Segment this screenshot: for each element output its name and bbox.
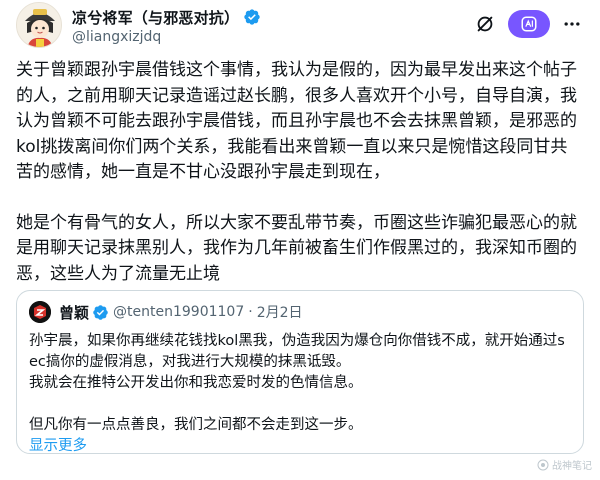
header-actions <box>474 10 584 38</box>
show-more-link[interactable]: 显示更多 <box>29 438 87 454</box>
verified-badge-icon <box>93 304 108 320</box>
quoted-line: 但凡你有一点点善良，我们之间都不会走到这一步。 <box>29 417 363 433</box>
quoted-tweet-text: 孙宇晨，如果你再继续花钱找kol黑我，伪造我因为爆仓向你借钱不成，就开始通过se… <box>29 331 573 457</box>
author-display-name[interactable]: 凉兮将军（与邪恶对抗） <box>72 7 239 28</box>
avatar-illustration <box>17 3 61 47</box>
author-info: 凉兮将军（与邪恶对抗） @liangxizjdq <box>72 6 261 45</box>
avatar[interactable] <box>16 2 62 48</box>
grok-icon <box>521 16 537 32</box>
quoted-display-name: 曾颖 <box>59 303 90 322</box>
tweet-text: 关于曾颖跟孙宇晨借钱这个事情，我认为是假的，因为最早发出来这个帖子的人，之前用聊… <box>16 58 584 287</box>
tweet-paragraph: 关于曾颖跟孙宇晨借钱这个事情，我认为是假的，因为最早发出来这个帖子的人，之前用聊… <box>16 60 577 182</box>
more-options-button[interactable] <box>560 12 584 36</box>
quoted-line: 我就会在推特公开发出你和我恋爱时发的色情信息。 <box>29 375 363 391</box>
quoted-avatar-illustration <box>29 301 51 323</box>
quoted-line: 孙宇晨，如果你再继续花钱找kol黑我，伪造我因为爆仓向你借钱不成，就开始通过se… <box>29 333 565 370</box>
watermark: 战神笔记 <box>537 457 592 472</box>
author-handle[interactable]: @liangxizjdq <box>72 29 261 45</box>
more-icon <box>564 22 580 26</box>
quoted-avatar <box>29 301 51 323</box>
tweet-paragraph: 她是个有骨气的女人，所以大家不要乱带节奏，币圈这些诈骗犯最恶心的就是用聊天记录抹… <box>16 212 577 284</box>
grok-button[interactable] <box>508 10 550 38</box>
author-name-row: 凉兮将军（与邪恶对抗） <box>72 6 261 28</box>
quoted-tweet-header: 曾颖 @tenten19901107 · 2月2日 <box>29 301 303 323</box>
watermark-text: 战神笔记 <box>552 461 592 472</box>
quoted-tweet[interactable]: 曾颖 @tenten19901107 · 2月2日 孙宇晨，如果你再继续花钱找k… <box>16 290 584 454</box>
tweet: 凉兮将军（与邪恶对抗） @liangxizjdq 关于曾颖跟孙宇晨借钱这个事情，… <box>0 0 600 480</box>
mute-icon[interactable] <box>474 13 496 35</box>
quoted-date[interactable]: 2月2日 <box>257 302 303 322</box>
tweet-header: 凉兮将军（与邪恶对抗） @liangxizjdq <box>16 2 584 54</box>
quoted-separator: · <box>248 304 253 320</box>
watermark-icon <box>537 459 549 470</box>
quoted-handle: @tenten19901107 <box>113 304 245 320</box>
verified-badge-icon <box>244 9 260 25</box>
